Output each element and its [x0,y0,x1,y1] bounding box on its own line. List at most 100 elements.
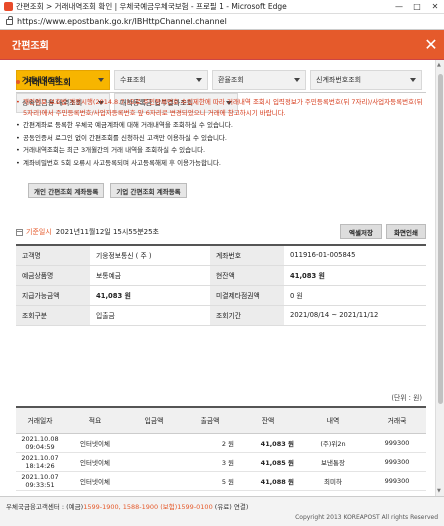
menu-new-account-number[interactable]: 신계좌번호조회 [310,70,422,90]
customer-center-info: 우체국금융고객센터 : (예금)1599-1900, 1588-1900 (보험… [6,501,248,511]
vertical-scrollbar[interactable]: ▲ ▼ [435,60,444,496]
tx-datetime: 2021.10.07 18:14:26 [16,452,64,472]
tx-memo: 인터넷이체 [64,452,126,472]
info-value: 기웅정보통신 ( 주 ) [90,245,210,266]
info-key: 지급가능금액 [16,285,90,306]
bullet-icon: • [16,158,20,167]
close-window-icon[interactable]: ✕ [426,2,444,11]
notice-text: 계좌비밀번호 5회 오류시 사고등록되며 사고등록해제 후 이용가능합니다. [23,158,221,167]
chevron-down-icon [98,78,104,82]
tx-time: 09:04:59 [25,442,55,451]
reference-datetime: 기준일시 2021년11월12일 15시55분25초 [16,227,159,237]
excel-save-button[interactable]: 엑셀저장 [340,224,382,239]
tx-branch: 999300 [368,471,426,491]
tx-datetime: 2021.10.07 09:33:51 [16,471,64,491]
notice-list: • 개인정보 보호법 개정시행(2014.8.7.)으로 주민등록번호 수집제한에… [16,92,426,170]
browser-app-icon [4,2,13,11]
popup-title: 간편조회 [12,41,49,52]
tx-time: 18:14:26 [25,461,55,470]
tx-withdraw: 2 원 [182,433,238,453]
tx-balance: 41,088 원 [238,471,298,491]
info-value: 2021/08/14 ~ 2021/11/12 [284,305,426,326]
tx-withdraw: 5 원 [182,471,238,491]
column-header: 내역 [298,407,368,434]
transaction-table: 거래일자 적요 입금액 출금액 잔액 내역 거래국 2021.10.08 09:0… [16,406,426,491]
bullet-icon: • [16,146,20,154]
tx-branch: 999300 [368,433,426,453]
customer-center-suffix: (유료) 연결) [212,503,249,511]
tx-detail: 최미하 [298,471,368,491]
section-title-text: 거래내역조회 [24,78,71,88]
window-titlebar: 간편조회 > 거래내역조회 확인 | 우체국예금우체국보험 - 프로필 1 - … [0,0,444,14]
tx-withdraw: 3 원 [182,452,238,472]
notice-item: • 공동인증서 로그인 없이 간편조회를 신청하신 고객만 이용하실 수 있습니다… [16,133,426,144]
footer: 우체국금융고객센터 : (예금)1599-1900, 1588-1900 (보험… [0,496,444,526]
menu-label: 수표조회 [120,76,146,84]
popup-header: 간편조회 ✕ [0,30,444,60]
column-header: 거래일자 [16,407,64,434]
info-key: 고객명 [16,245,90,266]
tx-date: 2021.10.07 [21,453,59,462]
table-row: 2021.10.07 18:14:26 인터넷이체 3 원 41,085 원 보낸… [16,452,426,472]
info-value: 41,083 원 [284,265,426,286]
account-info-table: 고객명 기웅정보통신 ( 주 ) 계좌번호 011916-01-005845 예… [16,244,426,326]
address-bar[interactable]: https://www.epostbank.go.kr/IBHttpChanne… [0,14,444,30]
individual-register-button[interactable]: 개인 간편조회 계좌등록 [28,183,105,198]
corporate-register-button[interactable]: 기업 간편조회 계좌등록 [110,183,187,198]
menu-exchange-rate[interactable]: 환율조회 [212,70,306,90]
table-row: 조회구분 입출금 조회기간 2021/08/14 ~ 2021/11/12 [16,305,426,326]
tx-deposit [126,471,182,491]
notice-text: 간편계좌로 등록한 우체국 예금계좌에 대해 거래내역을 조회하실 수 있습니다… [23,121,233,129]
section-title: 거래내역조회 [16,76,71,88]
info-value: 보통예금 [90,265,210,286]
tx-branch: 999300 [368,452,426,472]
minimize-icon[interactable]: — [390,2,408,11]
column-header: 출금액 [182,407,238,434]
customer-center-phones: 1599-1900, 1588-1900 (보험)1599-0100 [83,503,213,511]
bullet-icon: • [16,121,20,129]
tx-date: 2021.10.07 [21,472,59,481]
table-row: 지급가능금액 41,083 원 미결제타점권액 0 원 [16,285,426,306]
column-header: 입금액 [126,407,182,434]
chevron-down-icon [410,78,416,82]
url-text[interactable]: https://www.epostbank.go.kr/IBHttpChanne… [17,17,227,26]
reference-datetime-value: 2021년11월12일 15시55분25초 [55,228,159,236]
window-title: 간편조회 > 거래내역조회 확인 | 우체국예금우체국보험 - 프로필 1 - … [16,2,287,11]
info-value: 0 원 [284,285,426,306]
info-key: 조회구분 [16,305,90,326]
column-header: 적요 [64,407,126,434]
table-row: 예금상품명 보통예금 현잔액 41,083 원 [16,265,426,286]
column-header: 거래국 [368,407,426,434]
info-key: 예금상품명 [16,265,90,286]
notice-text: 개인정보 보호법 개정시행(2014.8.7.)으로 주민등록번호 수집제한에 … [23,98,423,117]
tx-balance: 41,085 원 [238,452,298,472]
reference-datetime-label: 기준일시 [26,228,52,236]
maximize-icon[interactable]: □ [408,2,426,11]
info-key: 현잔액 [210,265,284,286]
table-row: 고객명 기웅정보통신 ( 주 ) 계좌번호 011916-01-005845 [16,245,426,266]
table-row: 2021.10.08 09:04:59 인터넷이체 2 원 41,083 원 (주… [16,433,426,453]
tx-memo: 인터넷이체 [64,471,126,491]
info-key: 미결제타점권액 [210,285,284,306]
tx-detail: (주)위2n [298,433,368,453]
tx-deposit [126,452,182,472]
tx-memo: 인터넷이체 [64,433,126,453]
notice-text: 거래내역조회는 최근 3개월간의 거래 내역을 조회하실 수 있습니다. [23,146,206,154]
print-screen-button[interactable]: 화면인쇄 [386,224,426,239]
tx-time: 09:33:51 [25,480,55,489]
customer-center-prefix: 우체국금융고객센터 : (예금) [6,503,84,511]
scroll-up-icon[interactable]: ▲ [437,62,441,68]
scrollbar-thumb[interactable] [438,74,443,404]
info-key: 조회기간 [210,305,284,326]
bullet-icon [16,80,20,84]
scroll-down-icon[interactable]: ▼ [437,488,441,494]
menu-check-inquiry[interactable]: 수표조회 [114,70,208,90]
unit-label: (단위 : 원) [391,394,422,402]
close-popup-icon[interactable]: ✕ [418,36,444,53]
copyright-text: Copyright 2013 KOREAPOST All rights Rese… [295,514,438,521]
register-buttons: 개인 간편조회 계좌등록 기업 간편조회 계좌등록 [28,183,187,198]
info-value: 입출금 [90,305,210,326]
tx-deposit [126,433,182,453]
notice-item: • 계좌비밀번호 5회 오류시 사고등록되며 사고등록해제 후 이용가능합니다. [16,158,426,169]
notice-item: • 개인정보 보호법 개정시행(2014.8.7.)으로 주민등록번호 수집제한에… [16,97,426,118]
